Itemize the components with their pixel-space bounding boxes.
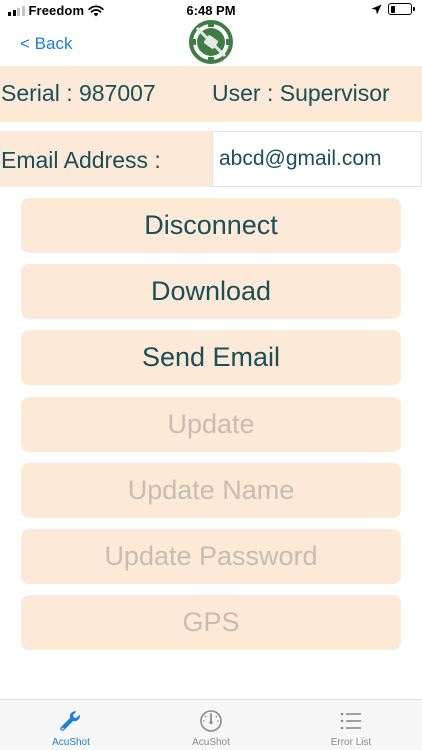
tab-label: AcuShot bbox=[52, 737, 90, 748]
tab-label: AcuShot bbox=[192, 737, 230, 748]
battery-icon bbox=[388, 3, 415, 15]
no-satellite-logo-icon bbox=[189, 20, 233, 64]
tab-acushot-gauge[interactable]: AcuShot bbox=[141, 700, 281, 750]
user-label: User : Supervisor bbox=[212, 80, 390, 106]
tab-label: Error List bbox=[330, 737, 372, 748]
serial-label: Serial : 987007 bbox=[1, 80, 156, 106]
status-time: 6:48 PM bbox=[186, 3, 236, 18]
email-label: Email Address : bbox=[1, 147, 161, 173]
wrench-icon bbox=[60, 711, 80, 731]
tab-bar: AcuShot AcuShot Error List bbox=[0, 699, 422, 750]
update-button: Update bbox=[21, 397, 401, 452]
tab-acushot-tools[interactable]: AcuShot bbox=[1, 700, 141, 750]
status-right bbox=[371, 3, 415, 15]
device-info-row: Serial : 987007 User : Supervisor bbox=[0, 66, 422, 122]
location-arrow-icon bbox=[371, 4, 382, 14]
status-bar: Freedom 6:48 PM bbox=[0, 0, 422, 22]
gauge-icon bbox=[200, 710, 222, 732]
update-password-button: Update Password bbox=[21, 529, 401, 584]
back-button[interactable]: < Back bbox=[20, 34, 72, 54]
tab-error-list[interactable]: Error List bbox=[281, 700, 421, 750]
email-label-box: Email Address : bbox=[0, 131, 212, 187]
send-email-button[interactable]: Send Email bbox=[21, 330, 401, 385]
download-button[interactable]: Download bbox=[21, 264, 401, 319]
email-row: Email Address : bbox=[0, 131, 422, 187]
list-icon bbox=[340, 712, 361, 730]
disconnect-button[interactable]: Disconnect bbox=[21, 198, 401, 253]
email-field[interactable] bbox=[212, 131, 422, 187]
nav-bar: < Back bbox=[0, 20, 422, 66]
update-name-button: Update Name bbox=[21, 463, 401, 518]
gps-button: GPS bbox=[21, 595, 401, 650]
